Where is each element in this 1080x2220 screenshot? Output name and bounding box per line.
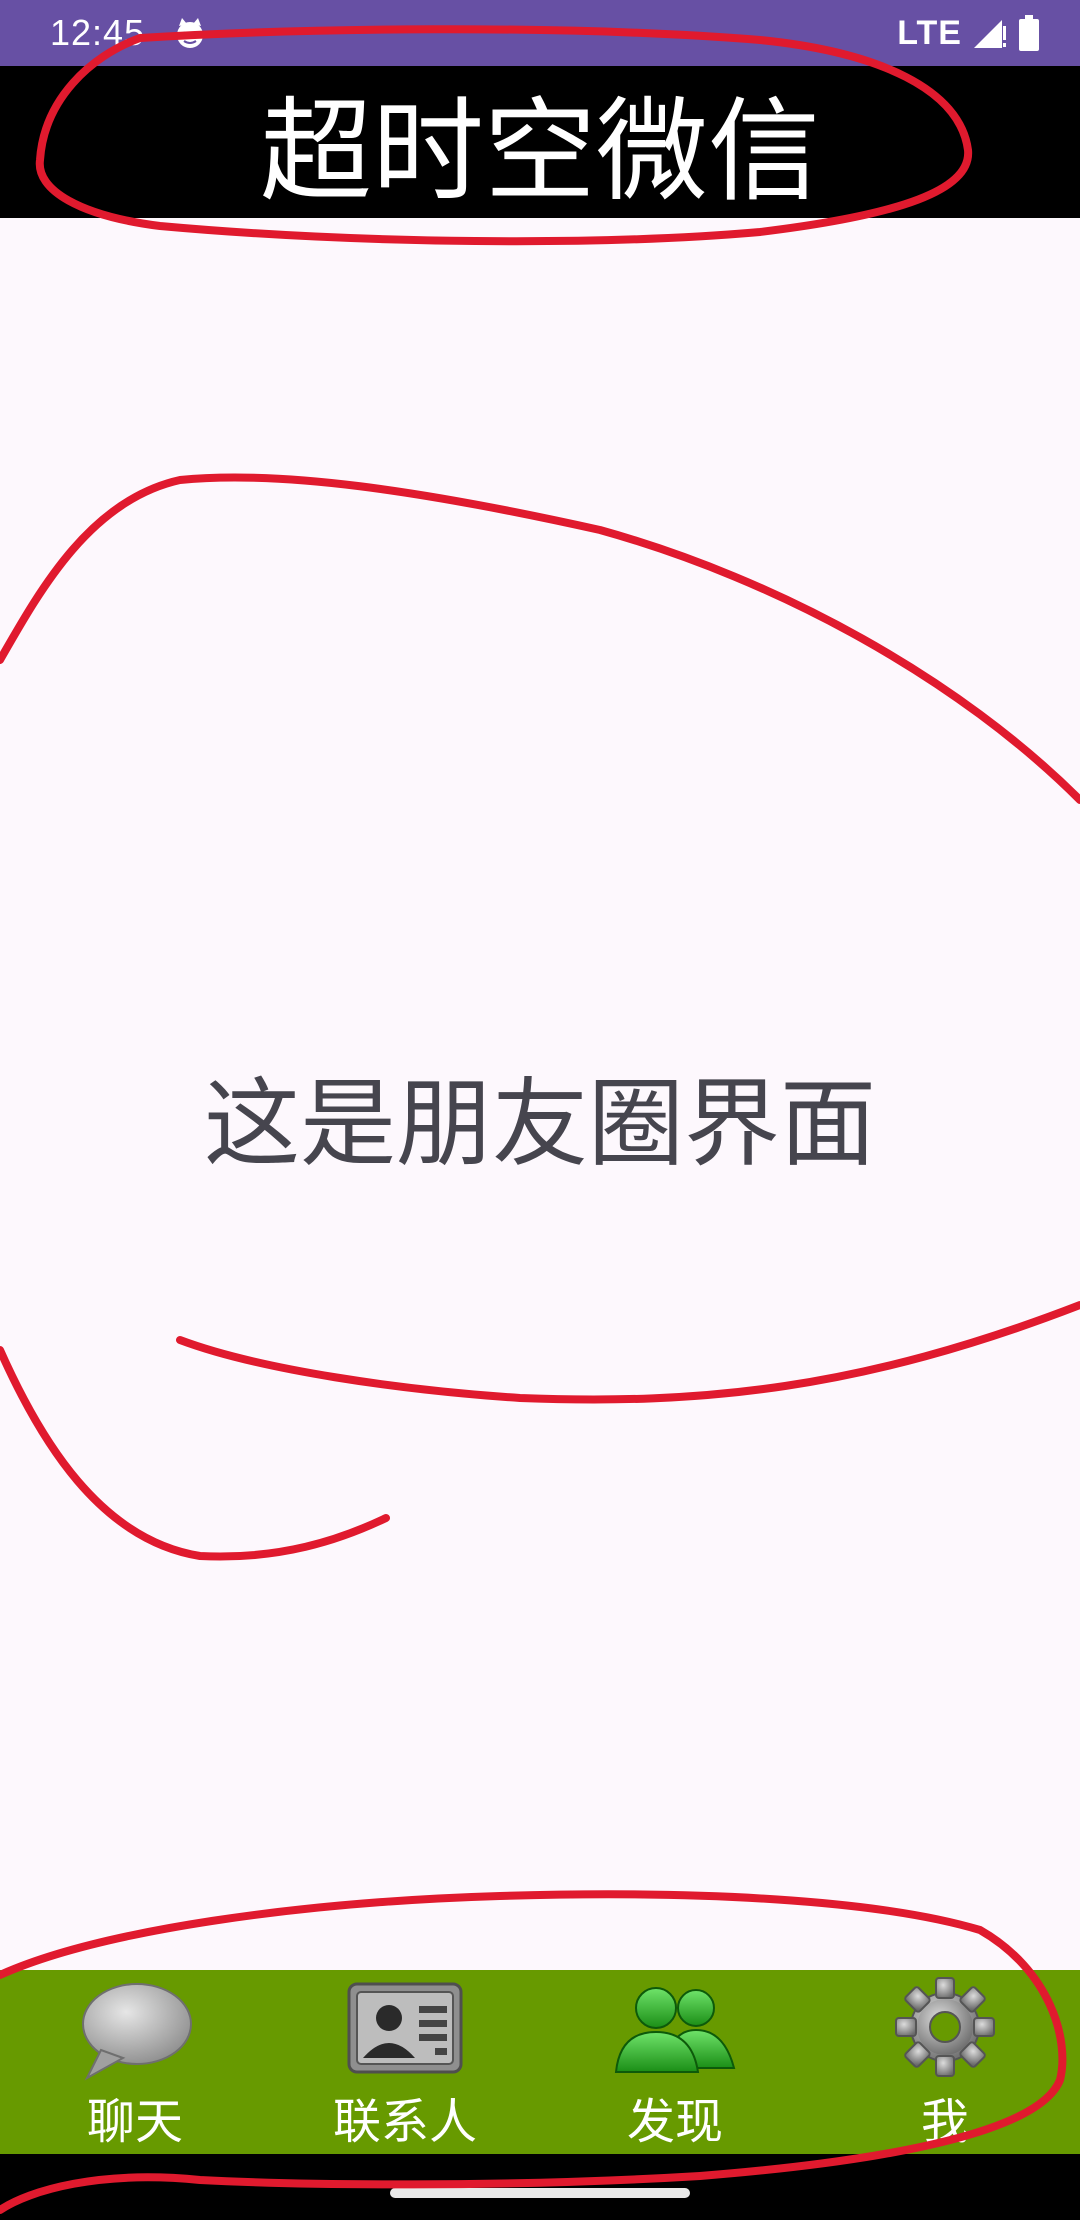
bottom-navigation: 聊天 联系人 发现 我 <box>0 1970 1080 2154</box>
nav-item-contacts[interactable]: 联系人 <box>270 1970 540 2154</box>
system-navigation-bar <box>0 2154 1080 2220</box>
app-title: 超时空微信 <box>260 87 820 217</box>
moments-content: 这是朋友圈界面 <box>0 218 1080 1970</box>
nav-item-me[interactable]: 我 <box>810 1970 1080 2154</box>
nav-label-chat: 聊天 <box>86 2094 183 2150</box>
app-title-bar: 超时空微信 <box>0 66 1080 218</box>
cat-icon <box>177 18 204 48</box>
contact-card-icon <box>347 1982 463 2074</box>
battery-icon <box>1019 15 1039 51</box>
friends-icon <box>614 1987 736 2073</box>
nav-label-discover: 发现 <box>626 2094 723 2150</box>
nav-item-discover[interactable]: 发现 <box>540 1970 810 2154</box>
gesture-handle[interactable] <box>390 2188 690 2198</box>
network-type: LTE <box>897 13 962 52</box>
nav-item-chat[interactable]: 聊天 <box>0 1970 270 2154</box>
nav-label-me: 我 <box>920 2094 969 2150</box>
gear-icon <box>895 1977 995 2077</box>
phone-screen: 12:45 LTE 超时空微信 这是朋友圈界面 聊天 联系人 发现 我 <box>0 0 1080 2220</box>
nav-label-contacts: 联系人 <box>332 2094 477 2150</box>
signal-icon <box>974 20 1006 48</box>
status-icons: LTE <box>897 14 1040 53</box>
moments-placeholder-text: 这是朋友圈界面 <box>204 1068 876 1180</box>
chat-bubble-icon <box>82 1983 192 2081</box>
status-bar: 12:45 LTE <box>0 0 1080 66</box>
status-time: 12:45 <box>50 12 146 53</box>
